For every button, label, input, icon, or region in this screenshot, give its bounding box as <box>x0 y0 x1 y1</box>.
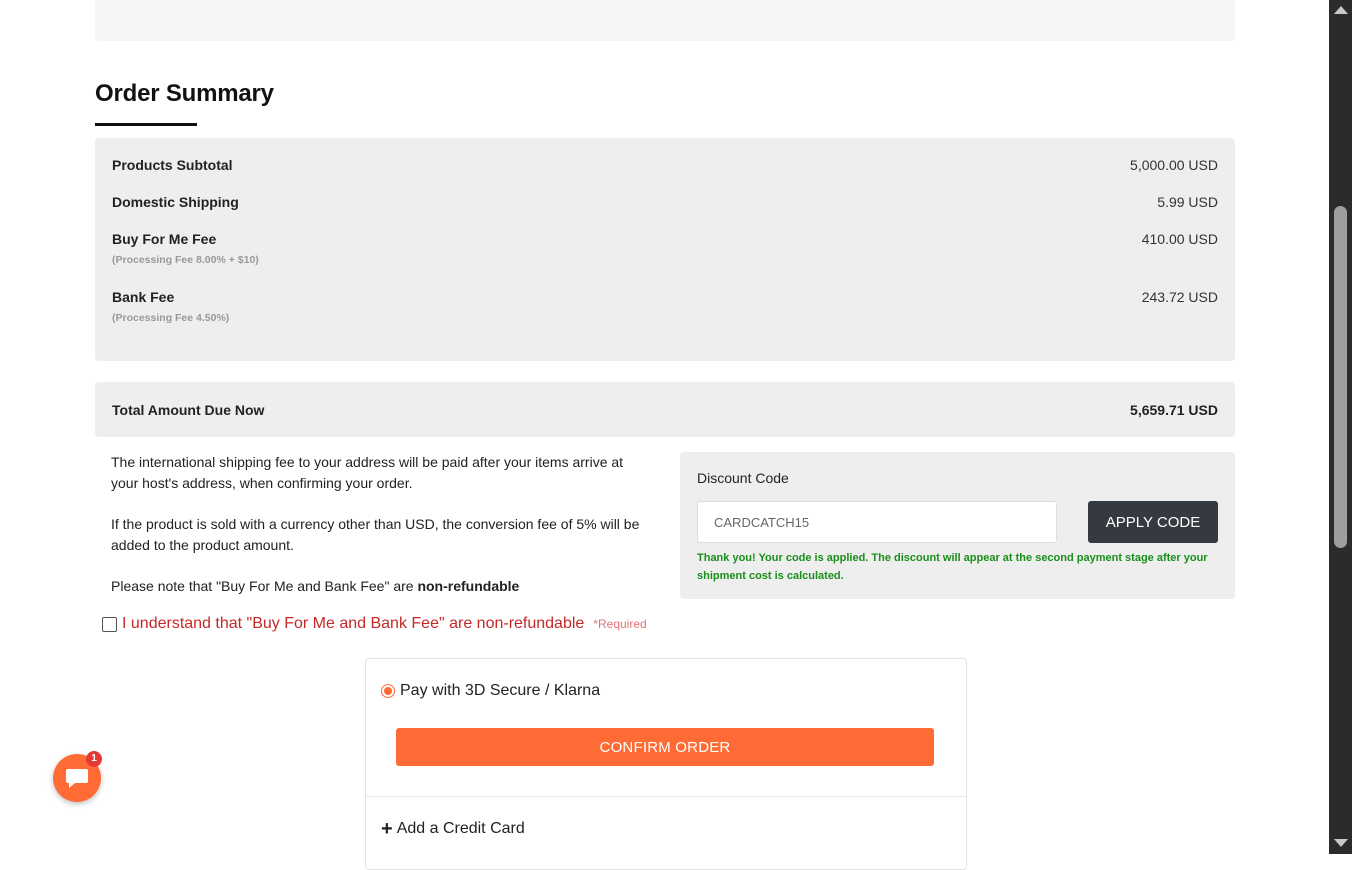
discount-code-label: Discount Code <box>697 470 789 486</box>
note-currency-conversion: If the product is sold with a currency o… <box>111 516 640 553</box>
payment-option-3d-secure-klarna[interactable]: Pay with 3D Secure / Klarna <box>381 682 600 700</box>
summary-row-note: (Processing Fee 8.00% + $10) <box>112 254 259 266</box>
summary-row-label: Buy For Me Fee <box>112 231 217 247</box>
fee-notes: The international shipping fee to your a… <box>111 452 646 617</box>
total-value: 5,659.71 USD <box>1130 402 1218 418</box>
add-credit-card-label[interactable]: Add a Credit Card <box>397 820 525 838</box>
radio-dot <box>384 687 392 695</box>
note-non-refundable-text: Please note that "Buy For Me and Bank Fe… <box>111 578 418 594</box>
agreement-checkbox[interactable] <box>102 616 117 632</box>
scroll-up-arrow-icon[interactable] <box>1334 6 1348 14</box>
chat-notification-badge: 1 <box>86 751 102 767</box>
title-underline <box>95 123 197 126</box>
discount-success-message: Thank you! Your code is applied. The dis… <box>697 552 1208 582</box>
summary-row-label: Products Subtotal <box>112 157 233 173</box>
discount-code-input[interactable] <box>697 501 1057 543</box>
non-refundable-agreement[interactable]: I understand that "Buy For Me and Bank F… <box>102 615 647 633</box>
order-summary-box: Products Subtotal 5,000.00 USD Domestic … <box>95 138 1235 361</box>
add-credit-card-option[interactable]: + Add a Credit Card <box>381 818 525 840</box>
summary-row-value: 410.00 USD <box>1141 231 1218 247</box>
order-summary-title: Order Summary <box>95 80 274 107</box>
apply-code-button[interactable]: APPLY CODE <box>1088 501 1218 543</box>
vertical-scrollbar[interactable] <box>1329 0 1352 854</box>
note-international-shipping: The international shipping fee to your a… <box>111 454 624 491</box>
scrollbar-thumb[interactable] <box>1334 206 1347 548</box>
payment-divider <box>366 796 966 797</box>
payment-option-label[interactable]: Pay with 3D Secure / Klarna <box>400 682 600 700</box>
total-label: Total Amount Due Now <box>112 402 265 418</box>
summary-row-label: Domestic Shipping <box>112 194 239 210</box>
note-non-refundable: Please note that "Buy For Me and Bank Fe… <box>111 576 646 597</box>
plus-icon: + <box>381 818 393 840</box>
agreement-label[interactable]: I understand that "Buy For Me and Bank F… <box>122 615 584 633</box>
required-indicator: *Required <box>593 617 647 631</box>
payment-radio-selected[interactable] <box>381 684 395 698</box>
payment-card: Pay with 3D Secure / Klarna CONFIRM ORDE… <box>365 658 967 870</box>
summary-row-label: Bank Fee <box>112 289 175 305</box>
total-amount-box: Total Amount Due Now 5,659.71 USD <box>95 382 1235 437</box>
scroll-down-arrow-icon[interactable] <box>1334 839 1348 847</box>
chat-bubble-icon <box>66 769 88 788</box>
summary-row-note: (Processing Fee 4.50%) <box>112 312 230 324</box>
confirm-order-button[interactable]: CONFIRM ORDER <box>396 728 934 766</box>
summary-row-value: 5,000.00 USD <box>1130 157 1218 173</box>
summary-row-value: 243.72 USD <box>1141 289 1218 305</box>
discount-code-box: Discount Code APPLY CODE Thank you! Your… <box>680 452 1235 599</box>
summary-row-value: 5.99 USD <box>1157 194 1218 210</box>
previous-section-panel <box>95 0 1235 41</box>
note-non-refundable-bold: non-refundable <box>417 578 520 594</box>
